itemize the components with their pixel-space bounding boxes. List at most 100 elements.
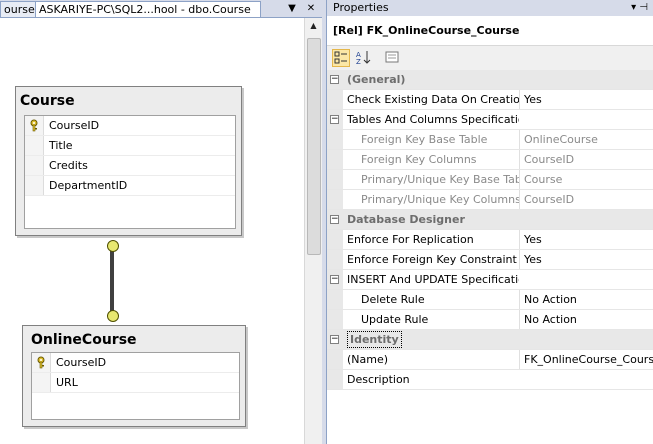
property-label: Delete Rule bbox=[361, 293, 425, 306]
properties-title: Properties bbox=[333, 1, 389, 14]
onlinecourse-columns-list: CourseID URL bbox=[31, 352, 240, 420]
property-value[interactable]: No Action bbox=[519, 310, 653, 329]
property-label: Foreign Key Columns bbox=[361, 153, 477, 166]
property-value[interactable]: CourseID bbox=[519, 150, 653, 169]
row-selector bbox=[25, 136, 44, 155]
relationship-line[interactable] bbox=[110, 243, 114, 317]
property-row[interactable]: Primary/Unique Key Base Tab Course bbox=[327, 170, 653, 190]
column-name: DepartmentID bbox=[49, 179, 128, 192]
column-name: URL bbox=[56, 376, 78, 389]
alphabetical-icon[interactable]: AZ bbox=[354, 49, 372, 67]
property-pages-icon[interactable] bbox=[383, 49, 401, 67]
column-name: CourseID bbox=[56, 356, 107, 369]
diagram-designer-pane: ourse ASKARIYE-PC\SQL2...hool - dbo.Cour… bbox=[0, 0, 322, 444]
property-label: (General) bbox=[347, 73, 406, 86]
onlinecourse-table-box[interactable]: OnlineCourse CourseID URL bbox=[22, 325, 246, 427]
relationship-key-end-icon bbox=[107, 310, 119, 322]
row-selector bbox=[25, 176, 44, 195]
property-label: Check Existing Data On Creation bbox=[347, 93, 519, 106]
svg-text:Z: Z bbox=[356, 58, 361, 65]
collapse-toggle-icon[interactable]: − bbox=[330, 115, 339, 124]
row-selector bbox=[25, 156, 44, 175]
collapse-toggle-icon[interactable]: − bbox=[330, 215, 339, 224]
property-value[interactable]: No Action bbox=[519, 290, 653, 309]
property-row[interactable]: Update Rule No Action bbox=[327, 310, 653, 330]
column-row[interactable]: Title bbox=[25, 136, 235, 156]
onlinecourse-table-title: OnlineCourse bbox=[31, 332, 137, 348]
property-value[interactable]: CourseID bbox=[519, 190, 653, 209]
row-selector bbox=[32, 373, 51, 392]
properties-toolbar: AZ bbox=[327, 45, 653, 71]
tab-dbo-course[interactable]: ASKARIYE-PC\SQL2...hool - dbo.Course bbox=[35, 1, 261, 17]
document-tab-bar: ourse ASKARIYE-PC\SQL2...hool - dbo.Cour… bbox=[0, 0, 322, 18]
primary-key-icon bbox=[30, 119, 38, 132]
column-name: Credits bbox=[49, 159, 88, 172]
scrollbar-thumb[interactable] bbox=[307, 38, 321, 255]
property-label: Identity bbox=[347, 330, 519, 349]
property-row-gutter bbox=[327, 230, 343, 249]
property-label: Description bbox=[347, 373, 410, 386]
property-row[interactable]: Foreign Key Columns CourseID bbox=[327, 150, 653, 170]
property-row-gutter bbox=[327, 190, 343, 209]
property-row[interactable]: Enforce For Replication Yes bbox=[327, 230, 653, 250]
property-row[interactable]: − Identity bbox=[327, 330, 653, 350]
relationship-key-end-icon bbox=[107, 240, 119, 252]
categorized-icon[interactable] bbox=[332, 49, 350, 67]
property-grid: − (General) Check Existing Data On Creatio… bbox=[327, 70, 653, 390]
property-label: Primary/Unique Key Columns bbox=[361, 193, 519, 206]
course-table-title: Course bbox=[20, 93, 75, 109]
properties-window: Properties ▾ ⊣ [Rel] FK_OnlineCourse_Cou… bbox=[326, 0, 653, 444]
property-row[interactable]: − Tables And Columns Specificatio bbox=[327, 110, 653, 130]
column-name: CourseID bbox=[49, 119, 100, 132]
properties-title-bar: Properties ▾ ⊣ bbox=[327, 0, 653, 16]
property-label: Database Designer bbox=[347, 213, 465, 226]
column-row[interactable]: CourseID bbox=[25, 116, 235, 136]
property-row[interactable]: (Name) FK_OnlineCourse_Course bbox=[327, 350, 653, 370]
tab-dropdown-icon[interactable]: ▼ bbox=[285, 1, 299, 16]
diagram-vertical-scrollbar[interactable]: ▲ bbox=[304, 18, 322, 444]
property-row[interactable]: Check Existing Data On Creation Yes bbox=[327, 90, 653, 110]
close-icon[interactable]: ✕ bbox=[304, 1, 318, 16]
selected-object-name[interactable]: [Rel] FK_OnlineCourse_Course bbox=[327, 17, 653, 45]
property-label: Update Rule bbox=[361, 313, 429, 326]
collapse-toggle-icon[interactable]: − bbox=[330, 75, 339, 84]
collapse-toggle-icon[interactable]: − bbox=[330, 335, 339, 344]
property-label: Primary/Unique Key Base Tab bbox=[361, 173, 519, 186]
scroll-up-icon[interactable]: ▲ bbox=[305, 18, 322, 34]
property-label: (Name) bbox=[347, 353, 389, 366]
collapse-toggle-icon[interactable]: − bbox=[330, 275, 339, 284]
property-value[interactable]: OnlineCourse bbox=[519, 130, 653, 149]
property-label: Foreign Key Base Table bbox=[361, 133, 488, 146]
property-label: Enforce For Replication bbox=[347, 233, 474, 246]
property-row[interactable]: − Database Designer bbox=[327, 210, 653, 230]
property-value[interactable]: Yes bbox=[519, 250, 653, 269]
tab-course[interactable]: ourse bbox=[0, 1, 38, 17]
property-row-gutter bbox=[327, 170, 343, 189]
property-row[interactable]: Primary/Unique Key Columns CourseID bbox=[327, 190, 653, 210]
column-row[interactable]: DepartmentID bbox=[25, 176, 235, 196]
column-row[interactable]: URL bbox=[32, 373, 239, 393]
property-value[interactable]: Yes bbox=[519, 230, 653, 249]
primary-key-icon bbox=[37, 356, 45, 369]
property-value[interactable]: FK_OnlineCourse_Course bbox=[519, 350, 653, 369]
course-columns-list: CourseID Title Credits DepartmentID bbox=[24, 115, 236, 229]
property-row[interactable]: − INSERT And UPDATE Specificatio bbox=[327, 270, 653, 290]
pin-icon[interactable]: ▾ ⊣ bbox=[631, 0, 648, 16]
property-row[interactable]: Foreign Key Base Table OnlineCourse bbox=[327, 130, 653, 150]
property-row-gutter bbox=[327, 250, 343, 269]
property-row-gutter bbox=[327, 130, 343, 149]
column-row[interactable]: CourseID bbox=[32, 353, 239, 373]
property-row[interactable]: − (General) bbox=[327, 70, 653, 90]
property-row[interactable]: Enforce Foreign Key Constraint Yes bbox=[327, 250, 653, 270]
property-label: INSERT And UPDATE Specificatio bbox=[347, 273, 519, 286]
property-value[interactable]: Yes bbox=[519, 90, 653, 109]
property-row-gutter bbox=[327, 150, 343, 169]
property-row[interactable]: Delete Rule No Action bbox=[327, 290, 653, 310]
property-row-gutter bbox=[327, 310, 343, 329]
property-row-gutter bbox=[327, 90, 343, 109]
property-label: Enforce Foreign Key Constraint bbox=[347, 253, 517, 266]
course-table-box[interactable]: Course CourseID Title Credits Department… bbox=[15, 86, 242, 236]
property-row[interactable]: Description bbox=[327, 370, 653, 390]
property-value[interactable]: Course bbox=[519, 170, 653, 189]
column-row[interactable]: Credits bbox=[25, 156, 235, 176]
